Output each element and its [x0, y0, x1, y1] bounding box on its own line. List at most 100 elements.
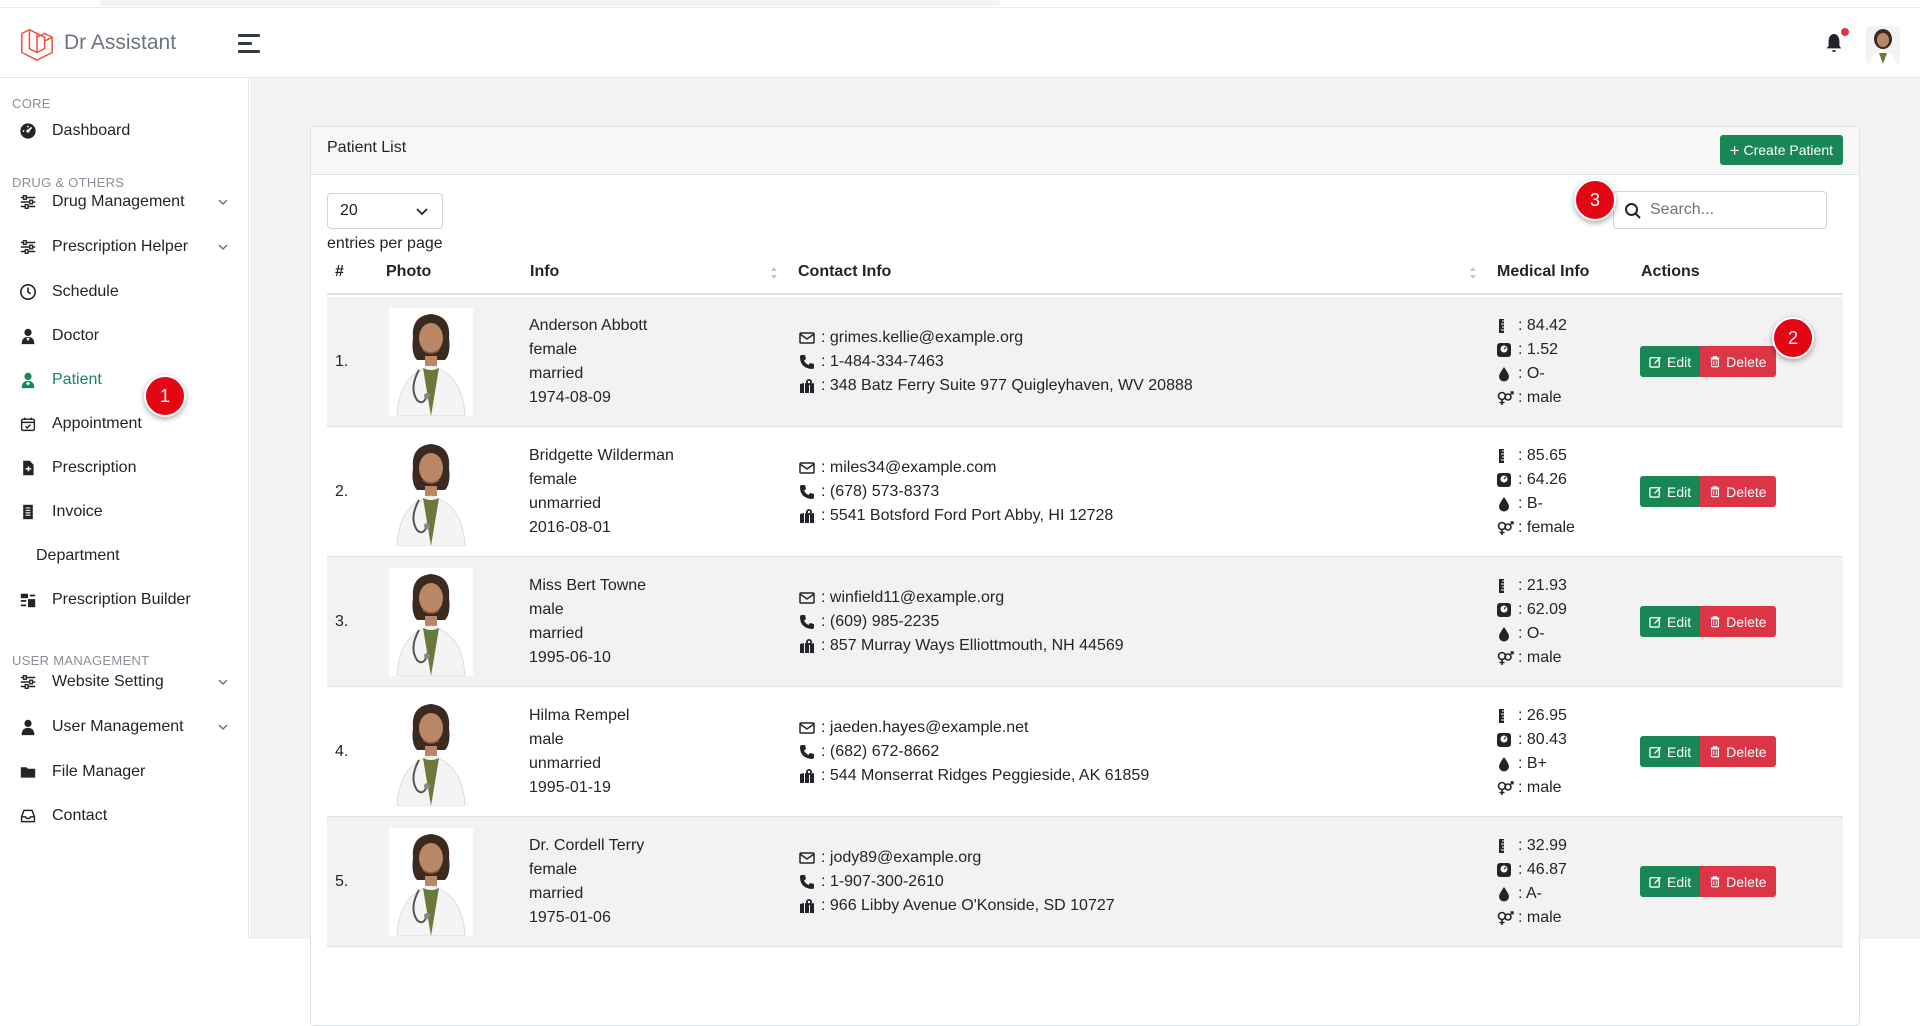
trash-icon [1710, 876, 1720, 888]
sidebar-item-department[interactable]: Department [0, 538, 249, 574]
delete-button[interactable]: Delete [1700, 606, 1776, 637]
envelope-icon [799, 332, 815, 344]
delete-button[interactable]: Delete [1700, 866, 1776, 897]
contact-line: : 5541 Botsford Ford Port Abby, HI 12728 [799, 504, 1113, 528]
edit-button[interactable]: Edit [1640, 606, 1701, 637]
contact-line: : miles34@example.com [799, 456, 1113, 480]
contact-value: : 966 Libby Avenue O'Konside, SD 10727 [821, 897, 1115, 914]
row-actions: Edit Delete [1640, 866, 1776, 897]
sort-icon[interactable] [1469, 265, 1477, 281]
contact-value: : 5541 Botsford Ford Port Abby, HI 12728 [821, 507, 1114, 524]
search-input[interactable] [1650, 198, 1820, 222]
table-row: 5. Dr. Cordell Terry female married 1975-01-… [327, 817, 1843, 947]
blood-drop-icon [1499, 887, 1509, 902]
sidebar-item-file-manager[interactable]: File Manager [0, 754, 249, 790]
medical-value: : male [1518, 389, 1562, 406]
sidebar-item-doctor[interactable]: Doctor [0, 318, 249, 354]
patient-list-card: Patient List + Create Patient 20 entries… [310, 126, 1860, 1026]
medical-line: : male [1496, 906, 1567, 930]
chevron-down-icon [416, 208, 428, 216]
medical-line: : 80.43 [1496, 728, 1567, 752]
sidebar-item-dashboard[interactable]: Dashboard [0, 113, 249, 149]
column-header-number[interactable]: # [335, 263, 344, 281]
sidebar-item-prescription-builder[interactable]: Prescription Builder [0, 582, 249, 618]
medical-info: : 32.99: 46.87: A-: male [1496, 834, 1567, 930]
gender-icon [1497, 651, 1514, 665]
patient-info-line: 1995-01-19 [529, 779, 611, 796]
sidebar-item-drug-management[interactable]: Drug Management [0, 184, 249, 220]
brand[interactable]: Dr Assistant [18, 24, 176, 62]
edit-label: Edit [1667, 873, 1692, 890]
notification-bell-icon[interactable] [1825, 28, 1849, 58]
column-header-medical-info[interactable]: Medical Info [1497, 263, 1589, 281]
ruler-height-icon [1499, 449, 1504, 463]
edit-button[interactable]: Edit [1640, 736, 1701, 767]
sidebar-item-label: Dashboard [52, 122, 131, 139]
sidebar-item-patient[interactable]: Patient [0, 362, 249, 398]
sidebar: CORE Dashboard DRUG & OTHERS Drug Manage… [0, 78, 249, 939]
sidebar-item-contact[interactable]: Contact [0, 798, 249, 834]
envelope-icon [799, 852, 815, 864]
sidebar-item-label: Prescription Builder [52, 591, 191, 608]
contact-line: : 966 Libby Avenue O'Konside, SD 10727 [799, 894, 1115, 918]
sidebar-item-website-setting[interactable]: Website Setting [0, 664, 249, 700]
sidebar-item-label: Contact [52, 807, 108, 824]
calendar-check-icon [18, 414, 38, 434]
sidebar-toggle-icon[interactable] [238, 34, 260, 54]
contact-line: : winfield11@example.org [799, 586, 1124, 610]
medical-info: : 21.93: 62.09: O-: male [1496, 574, 1567, 670]
medical-line: : A- [1496, 882, 1567, 906]
contact-value: : (609) 985-2235 [821, 613, 940, 630]
medical-value: : B+ [1518, 755, 1547, 772]
medical-value: : A- [1518, 885, 1543, 902]
edit-button[interactable]: Edit [1640, 476, 1701, 507]
column-header-contact-info[interactable]: Contact Info [798, 263, 891, 281]
sidebar-item-label: User Management [52, 718, 184, 735]
delete-button[interactable]: Delete [1700, 736, 1776, 767]
patient-info: Miss Bert Towne male married 1995-06-10 [529, 574, 646, 670]
patient-info: Hilma Rempel male unmarried 1995-01-19 [529, 704, 629, 800]
contact-line: : 544 Monserrat Ridges Peggieside, AK 61… [799, 764, 1149, 788]
entries-value: 20 [340, 202, 358, 219]
sidebar-item-prescription-helper[interactable]: Prescription Helper [0, 229, 249, 265]
sliders-icon [18, 237, 38, 257]
contact-line: : grimes.kellie@example.org [799, 326, 1193, 350]
delete-label: Delete [1726, 873, 1767, 890]
sort-icon[interactable] [770, 265, 778, 281]
table-row: 2. Bridgette Wilderman female unmarried 2016… [327, 427, 1843, 557]
column-header-info[interactable]: Info [530, 263, 559, 281]
contact-value: : miles34@example.com [821, 459, 997, 476]
sidebar-item-appointment[interactable]: Appointment [0, 406, 249, 442]
contact-value: : 544 Monserrat Ridges Peggieside, AK 61… [821, 767, 1150, 784]
entries-per-page-select[interactable]: 20 [327, 193, 443, 229]
row-actions: Edit Delete [1640, 346, 1776, 377]
step-badge-3: 3 [1574, 179, 1616, 221]
user-avatar[interactable] [1866, 26, 1900, 64]
patient-photo [389, 698, 473, 806]
sidebar-item-user-management[interactable]: User Management [0, 709, 249, 745]
inbox-icon [18, 806, 38, 826]
edit-button[interactable]: Edit [1640, 866, 1701, 897]
edit-button[interactable]: Edit [1640, 346, 1701, 377]
search-box[interactable] [1613, 191, 1827, 229]
chevron-down-icon [218, 199, 228, 206]
delete-button[interactable]: Delete [1700, 476, 1776, 507]
sidebar-item-schedule[interactable]: Schedule [0, 274, 249, 310]
sidebar-item-prescription[interactable]: Prescription [0, 450, 249, 486]
contact-line: : 1-907-300-2610 [799, 870, 1115, 894]
column-header-actions[interactable]: Actions [1641, 263, 1700, 281]
medical-line: : O- [1496, 622, 1567, 646]
row-actions: Edit Delete [1640, 736, 1776, 767]
contact-value: : jody89@example.org [821, 849, 982, 866]
sliders-icon [18, 672, 38, 692]
create-patient-button[interactable]: + Create Patient [1719, 135, 1843, 165]
row-number: 5. [335, 873, 349, 890]
column-header-photo[interactable]: Photo [386, 263, 431, 281]
sidebar-item-invoice[interactable]: Invoice [0, 494, 249, 530]
phone-icon [800, 875, 814, 889]
edit-label: Edit [1667, 483, 1692, 500]
medical-line: : B- [1496, 492, 1575, 516]
delete-button[interactable]: Delete [1700, 346, 1776, 377]
medical-value: : 80.43 [1518, 731, 1567, 748]
medical-line: : B+ [1496, 752, 1567, 776]
